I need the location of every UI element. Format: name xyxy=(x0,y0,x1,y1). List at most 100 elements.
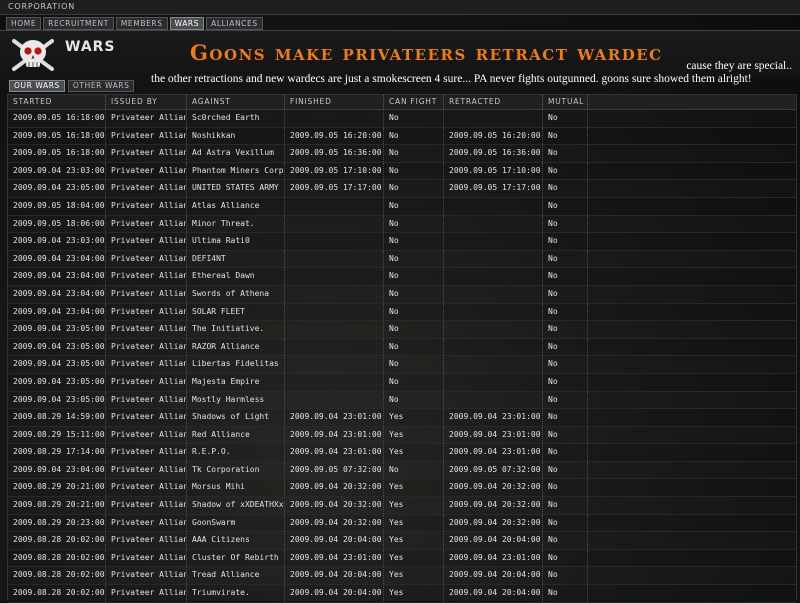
column-header-finished[interactable]: FINISHED xyxy=(285,95,384,109)
table-cell: Ethereal Dawn xyxy=(187,268,285,285)
table-row[interactable]: 2009.08.29 15:11:00Privateer AllianceRed… xyxy=(8,426,796,445)
table-cell: 2009.09.04 23:01:00 xyxy=(444,549,543,567)
subtab-other-wars[interactable]: OTHER WARS xyxy=(67,80,135,92)
column-header-retracted[interactable]: RETRACTED xyxy=(444,95,543,109)
table-row[interactable]: 2009.08.29 20:21:00Privateer AllianceSha… xyxy=(8,497,796,515)
table-cell-filler xyxy=(588,479,796,496)
table-cell: No xyxy=(384,215,444,233)
table-row[interactable]: 2009.09.04 23:04:00Privateer AllianceDEF… xyxy=(8,250,796,269)
table-row[interactable]: 2009.09.04 23:05:00Privateer AllianceThe… xyxy=(8,321,796,339)
table-cell: Privateer Alliance xyxy=(106,549,187,567)
table-cell: No xyxy=(543,514,588,532)
table-cell: No xyxy=(543,409,588,426)
table-cell xyxy=(285,197,384,215)
table-row[interactable]: 2009.08.28 20:02:00Privateer AllianceAAA… xyxy=(8,532,796,550)
tab-recruitment[interactable]: RECRUITMENT xyxy=(43,17,114,30)
table-row[interactable]: 2009.09.04 23:04:00Privateer AllianceEth… xyxy=(8,268,796,286)
subtab-our-wars[interactable]: OUR WARS xyxy=(9,80,65,92)
table-row[interactable]: 2009.09.04 23:05:00Privateer AllianceRAZ… xyxy=(8,338,796,357)
table-row[interactable]: 2009.09.05 16:18:00Privateer AllianceAd … xyxy=(8,145,796,163)
table-cell: Tread Alliance xyxy=(187,567,285,585)
table-row[interactable]: 2009.09.04 23:05:00Privateer AllianceMaj… xyxy=(8,373,796,392)
table-cell: No xyxy=(543,285,588,303)
table-row[interactable]: 2009.09.05 16:18:00Privateer AllianceSc0… xyxy=(8,110,796,128)
tab-alliances[interactable]: ALLIANCES xyxy=(206,17,263,30)
table-cell: No xyxy=(384,268,444,285)
table-row[interactable]: 2009.09.05 18:06:00Privateer AllianceMin… xyxy=(8,215,796,234)
table-row[interactable]: 2009.08.28 20:02:00Privateer AllianceTre… xyxy=(8,567,796,586)
table-cell: 2009.09.05 17:10:00 xyxy=(285,162,384,180)
column-header-issued-by[interactable]: ISSUED BY xyxy=(106,95,187,109)
table-cell: 2009.09.05 16:18:00 xyxy=(8,145,106,162)
tab-wars[interactable]: WARS xyxy=(169,17,205,30)
table-cell: Minor Threat. xyxy=(187,215,285,233)
table-cell: Privateer Alliance xyxy=(106,162,187,180)
table-cell: Morsus Mihi xyxy=(187,479,285,497)
table-row[interactable]: 2009.09.04 23:04:00Privateer AllianceSOL… xyxy=(8,303,796,322)
table-cell: No xyxy=(543,250,588,268)
table-cell: 2009.08.28 20:02:00 xyxy=(8,567,106,585)
table-cell: No xyxy=(543,391,588,409)
table-cell-filler xyxy=(588,409,796,426)
table-row[interactable]: 2009.09.05 16:18:00Privateer AllianceNos… xyxy=(8,127,796,146)
table-row[interactable]: 2009.08.29 17:14:00Privateer AllianceR.E… xyxy=(8,444,796,462)
table-row[interactable]: 2009.08.29 20:21:00Privateer AllianceMor… xyxy=(8,479,796,498)
table-row[interactable]: 2009.09.05 18:04:00Privateer AllianceAtl… xyxy=(8,197,796,216)
table-cell xyxy=(444,197,543,215)
column-header-against[interactable]: AGAINST xyxy=(187,95,285,109)
table-cell: GoonSwarm xyxy=(187,514,285,532)
wardec-banner: Goons make privateers retract wardec xyxy=(190,40,663,65)
table-cell: 2009.09.04 23:01:00 xyxy=(285,549,384,567)
column-header-can-fight[interactable]: CAN FIGHT xyxy=(384,95,444,109)
table-row[interactable]: 2009.09.04 23:05:00Privateer AllianceUNI… xyxy=(8,180,796,198)
column-header-started[interactable]: STARTED xyxy=(8,95,106,109)
table-row[interactable]: 2009.09.04 23:03:00Privateer AllianceUlt… xyxy=(8,233,796,251)
table-cell xyxy=(444,110,543,127)
section-title: WARS xyxy=(65,39,116,55)
table-cell: No xyxy=(384,180,444,197)
table-cell: 2009.08.28 20:02:00 xyxy=(8,549,106,567)
table-cell: 2009.09.04 23:04:00 xyxy=(8,250,106,268)
table-cell: 2009.09.04 23:01:00 xyxy=(285,444,384,461)
table-cell: 2009.09.04 20:32:00 xyxy=(285,514,384,532)
table-cell-filler xyxy=(588,251,796,268)
table-cell: No xyxy=(384,162,444,180)
window-titlebar[interactable]: CORPORATION xyxy=(0,0,800,15)
table-row[interactable]: 2009.08.29 14:59:00Privateer AllianceSha… xyxy=(8,409,796,427)
table-cell: No xyxy=(384,461,444,479)
banner-note-1: cause they are special.. xyxy=(686,60,792,72)
table-row[interactable]: 2009.09.04 23:05:00Privateer AllianceMos… xyxy=(8,391,796,410)
table-row[interactable]: 2009.09.04 23:05:00Privateer AllianceLib… xyxy=(8,356,796,374)
table-cell: 2009.09.04 20:04:00 xyxy=(444,532,543,549)
table-row[interactable]: 2009.08.29 20:23:00Privateer AllianceGoo… xyxy=(8,514,796,533)
table-cell: No xyxy=(543,567,588,585)
table-cell: 2009.09.05 07:32:00 xyxy=(285,461,384,479)
table-cell: Privateer Alliance xyxy=(106,356,187,373)
table-header: STARTED ISSUED BY AGAINST FINISHED CAN FIGHT… xyxy=(8,95,796,110)
table-row[interactable]: 2009.08.28 20:02:00Privateer AllianceClu… xyxy=(8,549,796,568)
table-cell xyxy=(285,233,384,250)
table-cell: 2009.08.28 20:02:00 xyxy=(8,585,106,602)
table-cell: 2009.09.05 16:36:00 xyxy=(285,145,384,162)
table-cell: No xyxy=(384,356,444,373)
table-cell: 2009.09.04 23:01:00 xyxy=(285,426,384,444)
table-cell-filler xyxy=(588,286,796,303)
table-cell: 2009.09.04 23:01:00 xyxy=(444,426,543,444)
table-cell xyxy=(444,268,543,285)
window-title: CORPORATION xyxy=(8,2,75,11)
table-row[interactable]: 2009.09.04 23:04:00Privateer AllianceSwo… xyxy=(8,285,796,304)
tab-members[interactable]: MEMBERS xyxy=(115,17,168,30)
table-cell-filler xyxy=(588,233,796,250)
tab-home[interactable]: HOME xyxy=(6,17,42,30)
table-cell: Privateer Alliance xyxy=(106,285,187,303)
table-cell: No xyxy=(384,338,444,356)
table-cell: Cluster Of Rebirth xyxy=(187,549,285,567)
column-header-mutual[interactable]: MUTUAL xyxy=(543,95,588,109)
table-cell: Privateer Alliance xyxy=(106,444,187,461)
table-cell-filler xyxy=(588,216,796,233)
table-row[interactable]: 2009.08.28 20:02:00Privateer AllianceTri… xyxy=(8,585,796,603)
table-cell: No xyxy=(543,145,588,162)
table-row[interactable]: 2009.09.04 23:04:00Privateer AllianceTk … xyxy=(8,461,796,480)
table-cell: The Initiative. xyxy=(187,321,285,338)
table-row[interactable]: 2009.09.04 23:03:00Privateer AlliancePha… xyxy=(8,162,796,181)
